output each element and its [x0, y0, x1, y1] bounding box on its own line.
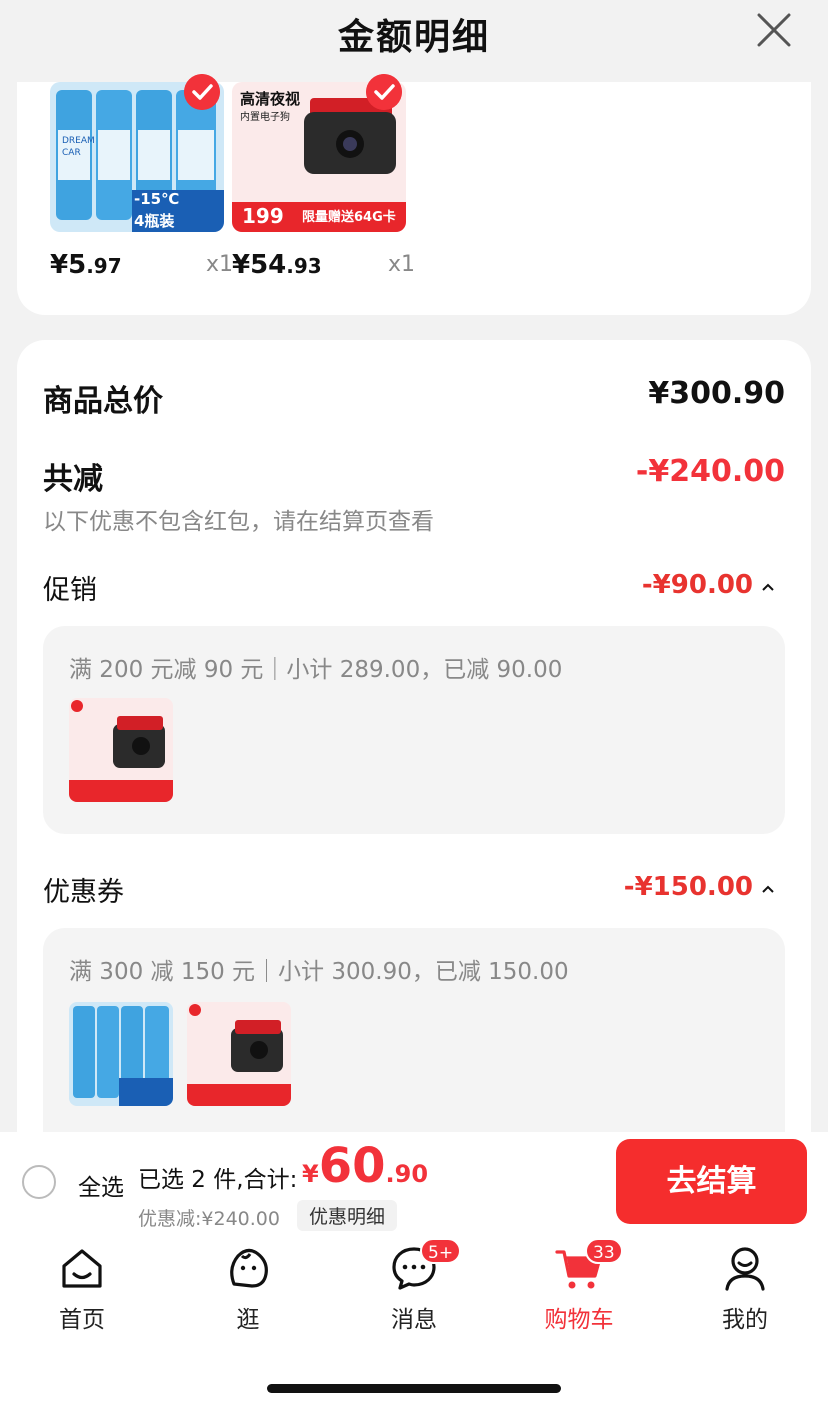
- tab-label: 消息: [391, 1307, 437, 1333]
- checkmark-icon: [184, 74, 220, 110]
- coupon-detail-text: 满 300 减 150 元｜小计 300.90，已减 150.00: [69, 959, 569, 985]
- home-indicator: [267, 1384, 561, 1393]
- tab-label: 我的: [722, 1307, 768, 1333]
- product-quantity: x1: [206, 252, 234, 277]
- bottom-tab-bar: 首页 逛 消息 5+ 购物车 33 我的: [0, 1232, 828, 1411]
- tab-profile[interactable]: 我的: [685, 1244, 805, 1334]
- thumb-label: DREAM: [62, 136, 95, 146]
- cart-badge: 33: [585, 1238, 623, 1264]
- tab-label: 逛: [236, 1307, 260, 1333]
- product-price: ¥5.97: [50, 250, 122, 280]
- select-all-checkbox[interactable]: [22, 1165, 56, 1199]
- thumb-label: 4瓶装: [134, 212, 175, 230]
- total-reduction-label: 共减: [43, 462, 103, 497]
- thumb-label: 199: [242, 204, 284, 228]
- close-icon[interactable]: [756, 12, 792, 48]
- coupon-label: 优惠券: [43, 877, 124, 908]
- discount-amount-text: 优惠减:¥240.00: [138, 1208, 280, 1230]
- profile-icon: [725, 1247, 765, 1291]
- home-icon: [62, 1249, 102, 1288]
- tab-messages[interactable]: 消息 5+: [354, 1238, 474, 1334]
- message-badge: 5+: [420, 1238, 462, 1264]
- chevron-up-icon[interactable]: [761, 582, 775, 592]
- tab-discover[interactable]: 逛: [188, 1244, 308, 1334]
- checkmark-icon: [366, 74, 402, 110]
- product-price: ¥54.93: [232, 250, 322, 280]
- tab-home[interactable]: 首页: [22, 1244, 142, 1334]
- discover-icon: [230, 1248, 268, 1288]
- selected-products-card: -15℃ 4瓶装 DREAM CAR ¥5.97 x1 高清夜视 内置电子狗 1…: [17, 74, 811, 315]
- total-price-label: 商品总价: [43, 384, 163, 419]
- selected-count-text: 已选 2 件,合计:: [138, 1167, 298, 1193]
- tab-cart[interactable]: 购物车 33: [519, 1238, 639, 1334]
- promotion-value[interactable]: -¥90.00: [642, 570, 753, 600]
- promotion-label: 促销: [43, 575, 97, 606]
- thumb-label: 内置电子狗: [240, 112, 290, 123]
- product-quantity: x1: [388, 252, 416, 277]
- tab-label: 购物车: [544, 1307, 614, 1333]
- coupon-product-thumbnail[interactable]: [69, 1002, 173, 1106]
- coupon-detail-box: 满 300 减 150 元｜小计 300.90，已减 150.00: [43, 928, 785, 1160]
- reduction-note: 以下优惠不包含红包，请在结算页查看: [43, 509, 434, 535]
- thumb-label: 高清夜视: [240, 90, 301, 108]
- thumb-label: -15℃: [134, 190, 180, 208]
- checkout-button[interactable]: 去结算: [616, 1139, 807, 1224]
- thumb-label: CAR: [62, 148, 81, 158]
- promotion-detail-text: 满 200 元减 90 元｜小计 289.00，已减 90.00: [69, 657, 563, 683]
- total-amount: ¥60.90: [302, 1138, 429, 1194]
- discount-detail-link[interactable]: 优惠明细: [297, 1200, 398, 1231]
- coupon-product-thumbnail[interactable]: [187, 1002, 291, 1106]
- total-reduction-value: -¥240.00: [635, 454, 785, 489]
- checkout-bar: 全选 已选 2 件,合计: ¥60.90 优惠减:¥240.00 优惠明细 去结…: [0, 1132, 828, 1232]
- amount-summary-card: 商品总价 ¥300.90 共减 -¥240.00 以下优惠不包含红包，请在结算页…: [17, 340, 811, 1160]
- chevron-up-icon[interactable]: [761, 884, 775, 894]
- thumb-label: 限量赠送64G卡: [302, 210, 396, 225]
- total-price-value: ¥300.90: [648, 376, 785, 411]
- coupon-value[interactable]: -¥150.00: [624, 872, 753, 902]
- select-all-label[interactable]: 全选: [78, 1168, 124, 1202]
- tab-label: 首页: [59, 1307, 105, 1333]
- promo-product-thumbnail[interactable]: [69, 698, 173, 802]
- promotion-detail-box: 满 200 元减 90 元｜小计 289.00，已减 90.00: [43, 626, 785, 834]
- page-title: 金额明细: [337, 17, 490, 58]
- header: 金额明细: [0, 0, 828, 82]
